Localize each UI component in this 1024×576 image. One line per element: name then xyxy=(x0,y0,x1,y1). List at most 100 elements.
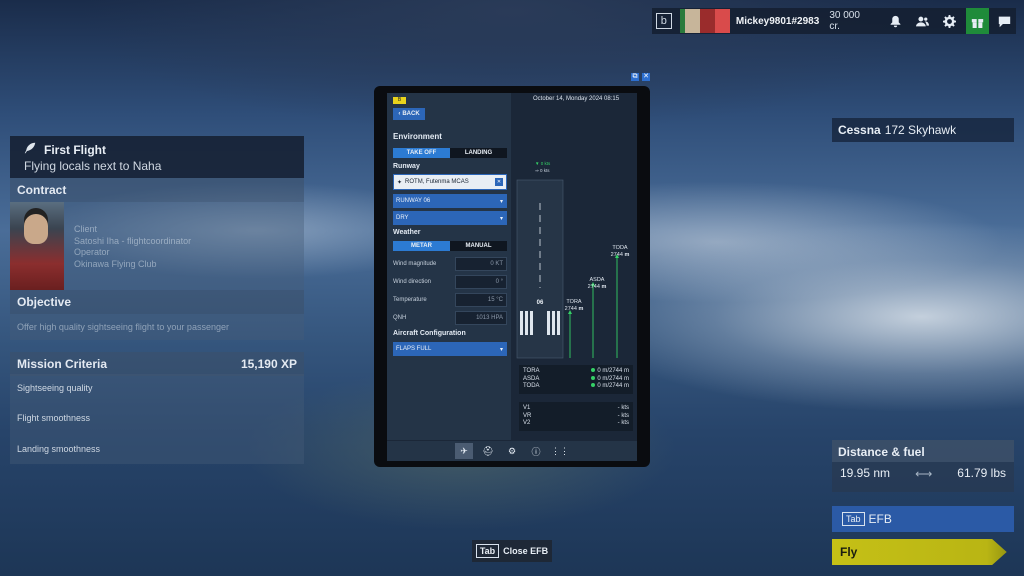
runway-title: Runway xyxy=(393,163,420,170)
summary-value: 0 m/2744 m xyxy=(591,383,629,391)
efb-form: B ‹ BACK Environment TAKE OFF LANDING Ru… xyxy=(387,93,511,440)
asda-label: ASDA xyxy=(590,277,605,283)
tab-metar[interactable]: METAR xyxy=(393,241,450,251)
airport-field[interactable]: ✦ ROTM, Futenma MCAS ✕ xyxy=(393,174,507,190)
efb-bottom-nav: ✈ ⛑ ⚙ ⓘ ⋮⋮ xyxy=(387,441,637,461)
client-portrait xyxy=(10,202,64,290)
client-box: Client Satoshi Iha - flightcoordinator O… xyxy=(10,202,304,290)
credits: 30 000 cr. xyxy=(829,10,860,32)
close-efb-button[interactable]: Tab Close EFB xyxy=(472,540,552,562)
airplane-icon[interactable]: ✈ xyxy=(455,443,473,459)
chevron-down-icon: ▾ xyxy=(499,198,503,205)
speed-label: VR xyxy=(523,412,532,419)
apps-grid-icon[interactable]: ⋮⋮ xyxy=(551,443,569,459)
fly-label: Fly xyxy=(840,545,858,559)
surface-value: DRY xyxy=(396,215,409,221)
tora-value: 2744 m xyxy=(565,306,584,312)
chevron-down-icon: ▾ xyxy=(499,346,503,353)
temperature-label: Temperature xyxy=(393,296,427,303)
efb-label: EFB xyxy=(868,512,892,526)
chevron-down-icon: ▾ xyxy=(499,215,503,222)
mission-header: First Flight Flying locals next to Naha xyxy=(10,136,304,178)
efb-key: Tab xyxy=(842,512,865,526)
back-label: BACK xyxy=(402,111,420,117)
top-bar: b Mickey9801#2983 30 000 cr. xyxy=(652,8,1016,34)
clear-icon[interactable]: ✕ xyxy=(495,178,503,186)
efb-runway-panel: October 14, Monday 2024 08:15 06 ▼ 0 kts… xyxy=(513,93,637,440)
flaps-select[interactable]: FLAPS FULL ▾ xyxy=(393,342,507,356)
wind-direction-row: Wind direction 0 ° xyxy=(393,274,507,289)
helmet-icon[interactable]: ⛑ xyxy=(479,443,497,459)
criteria-title: Mission Criteria xyxy=(17,357,108,371)
operator-name: Okinawa Flying Club xyxy=(74,258,157,269)
objective-text: Offer high quality sightseeing flight to… xyxy=(10,314,304,340)
speed-row: V2 - kts xyxy=(523,420,629,428)
surface-select[interactable]: DRY ▾ xyxy=(393,211,507,225)
criteria-item: Landing smoothness xyxy=(17,443,101,454)
friends-icon[interactable] xyxy=(911,8,934,34)
speed-value: - kts xyxy=(617,405,629,411)
speeds-summary: V1 - kts VR - kts V2 - kts xyxy=(519,402,633,431)
client-label: Client xyxy=(74,224,98,234)
summary-row: TORA 0 m/2744 m xyxy=(523,368,629,376)
summary-value: 0 m/2744 m xyxy=(591,376,629,384)
runway-select[interactable]: RUNWAY 06 ▾ xyxy=(393,194,507,208)
wind-direction-label: Wind direction xyxy=(393,278,432,285)
gear-icon[interactable] xyxy=(938,8,961,34)
popout-icon[interactable]: ⧉ xyxy=(631,73,639,81)
info-icon[interactable]: ⓘ xyxy=(527,443,545,459)
tora-label: TORA xyxy=(566,299,582,305)
close-icon[interactable]: ✕ xyxy=(642,73,650,81)
gear-icon[interactable]: ⚙ xyxy=(503,443,521,459)
back-button[interactable]: ‹ BACK xyxy=(393,108,425,120)
efb-badge: B xyxy=(393,97,406,104)
wind-magnitude-row: Wind magnitude 0 KT xyxy=(393,256,507,271)
summary-label: TORA xyxy=(523,368,540,374)
tab-manual[interactable]: MANUAL xyxy=(450,241,507,251)
qnh-row: QNH 1013 HPA xyxy=(393,310,507,325)
runway-value: RUNWAY 06 xyxy=(396,198,431,204)
efb-window-controls: ⧉ ✕ xyxy=(631,73,650,81)
criteria-xp: 15,190 XP xyxy=(240,357,297,371)
wind-magnitude-label: Wind magnitude xyxy=(393,260,437,267)
summary-value: 0 m/2744 m xyxy=(591,368,629,376)
avatar[interactable] xyxy=(679,9,730,33)
aircraft-model: 172 Skyhawk xyxy=(884,123,957,137)
temperature-input[interactable]: 15 °C xyxy=(455,292,507,307)
wind-direction-input[interactable]: 0 ° xyxy=(455,274,507,289)
efb-date: October 14, Monday 2024 08:15 xyxy=(533,96,620,102)
temperature-row: Temperature 15 °C xyxy=(393,292,507,307)
bell-icon[interactable] xyxy=(884,8,907,34)
distance-fuel-title: Distance & fuel xyxy=(832,440,1014,462)
summary-label: TODA xyxy=(523,383,540,389)
distance-summary: TORA 0 m/2744 m ASDA 0 m/2744 m TODA 0 m… xyxy=(519,365,633,394)
runway-diagram: 06 ▼ 0 kts ⇒ 0 kts TORA 2744 m ASDA 2744… xyxy=(516,161,629,359)
speed-value: - kts xyxy=(617,420,629,426)
airport-icon: ✦ xyxy=(397,179,403,186)
wind-top-label: ▼ 0 kts xyxy=(535,161,551,166)
efb-button[interactable]: Tab EFB xyxy=(832,506,1014,532)
contract-title: Contract xyxy=(10,178,304,202)
distance-value: 19.95 nm xyxy=(840,466,891,480)
weather-title: Weather xyxy=(393,229,421,236)
username[interactable]: Mickey9801#2983 xyxy=(736,16,819,27)
client-name: Satoshi Iha - flightcoordinator xyxy=(74,235,192,246)
close-efb-key: Tab xyxy=(475,544,500,558)
summary-row: ASDA 0 m/2744 m xyxy=(523,376,629,384)
fly-button[interactable]: Fly xyxy=(832,539,1007,565)
chat-icon[interactable] xyxy=(993,8,1016,34)
tab-takeoff[interactable]: TAKE OFF xyxy=(393,148,450,158)
criteria-item: Sightseeing quality xyxy=(17,383,93,393)
qnh-input[interactable]: 1013 HPA xyxy=(455,310,507,325)
b-icon[interactable]: b xyxy=(656,13,672,29)
flaps-value: FLAPS FULL xyxy=(396,346,432,352)
tab-landing[interactable]: LANDING xyxy=(450,148,507,158)
gift-icon[interactable] xyxy=(965,8,989,34)
feather-icon xyxy=(24,142,36,157)
aircraft-name: Cessna 172 Skyhawk xyxy=(832,118,1014,142)
wind-magnitude-input[interactable]: 0 KT xyxy=(455,256,507,271)
fuel-value: 61.79 lbs xyxy=(957,466,1006,480)
mode-toggle: TAKE OFF LANDING xyxy=(393,148,507,158)
objective-title: Objective xyxy=(10,290,304,314)
efb-screen: B ‹ BACK Environment TAKE OFF LANDING Ru… xyxy=(387,93,637,461)
